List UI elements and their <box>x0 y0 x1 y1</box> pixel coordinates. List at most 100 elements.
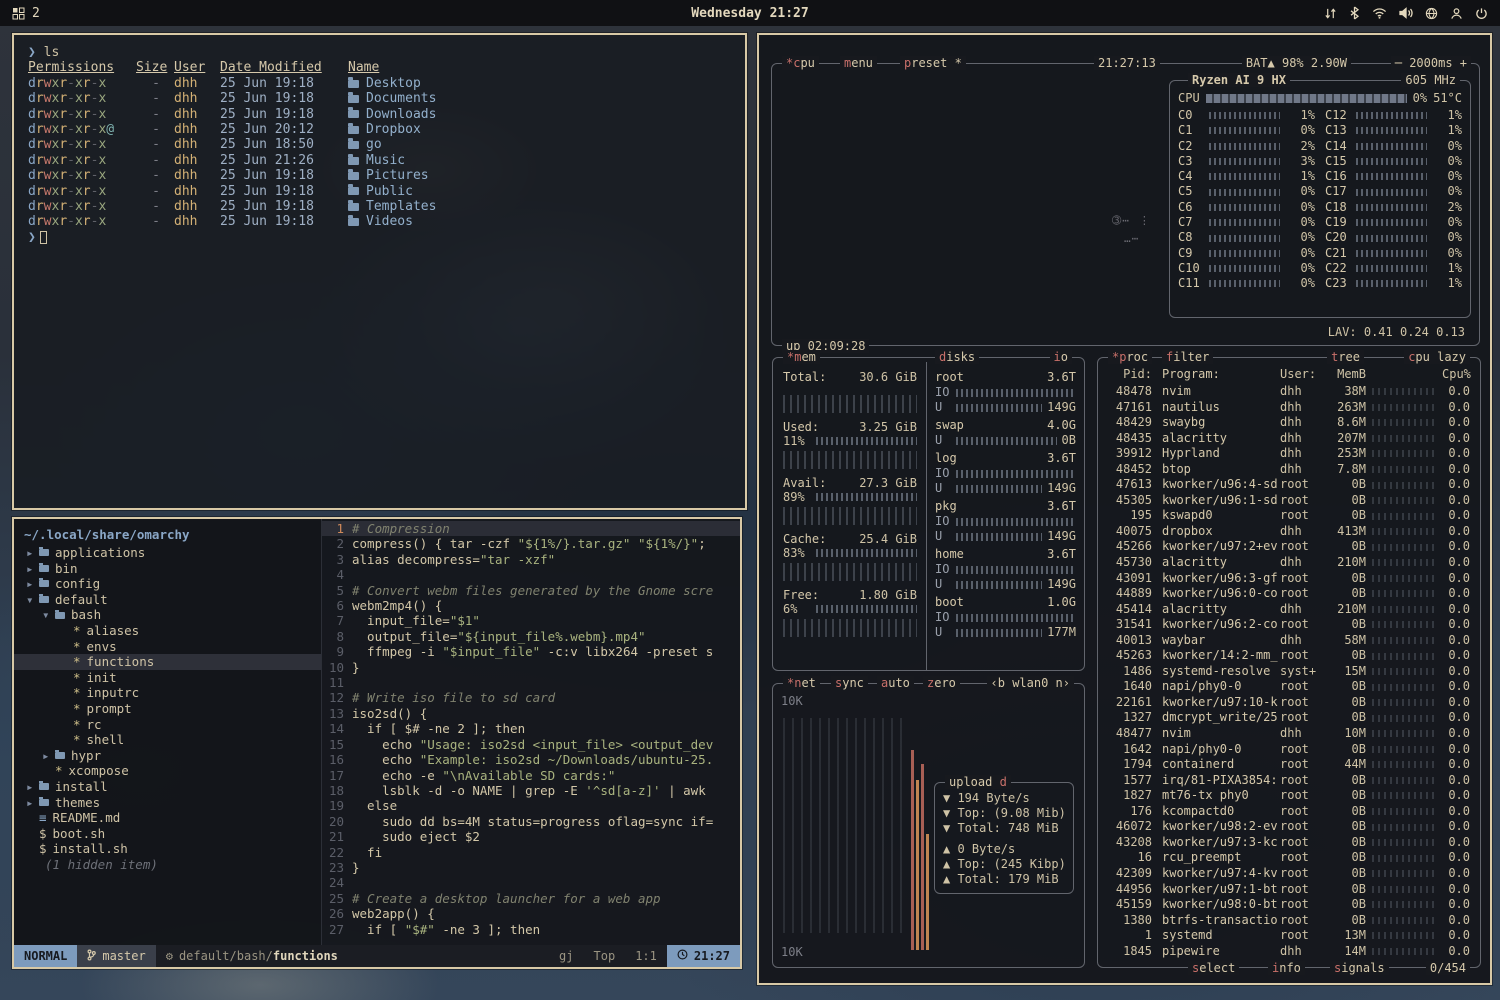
tree-root-path[interactable]: ~/.local/share/omarchy <box>14 525 321 545</box>
process-row[interactable]: 195 kswapd0 root 0B 0.0 <box>1108 508 1470 524</box>
tree-item[interactable]: ▸ applications <box>14 545 321 561</box>
tree-item[interactable]: functions <box>14 654 321 670</box>
process-row[interactable]: 45263 kworker/14:2-mm_ root 0B 0.0 <box>1108 648 1470 664</box>
code-line: 8 output_file="${input_file%.webm}.mp4" <box>322 629 740 644</box>
wifi-icon[interactable] <box>1372 7 1387 19</box>
tab-cpu[interactable]: *cpu <box>782 56 819 70</box>
process-row[interactable]: 1327 dmcrypt_write/25 root 0B 0.0 <box>1108 710 1470 726</box>
process-row[interactable]: 31541 kworker/u96:2-co root 0B 0.0 <box>1108 617 1470 633</box>
proc-info-hint[interactable]: info <box>1268 961 1305 975</box>
upload-stat: ▲ 0 Byte/s <box>943 842 1065 857</box>
tree-item[interactable]: install.sh <box>14 841 321 857</box>
process-user: root <box>1280 913 1326 929</box>
tree-item[interactable]: ▸ config <box>14 576 321 592</box>
updates-icon[interactable] <box>1324 7 1337 20</box>
col-program[interactable]: Program: <box>1152 366 1280 382</box>
process-row[interactable]: 40075 dropbox dhh 413M 0.0 <box>1108 524 1470 540</box>
process-row[interactable]: 44956 kworker/u97:1-bt root 0B 0.0 <box>1108 882 1470 898</box>
tree-item[interactable]: init <box>14 670 321 686</box>
process-row[interactable]: 45414 alacritty dhh 210M 0.0 <box>1108 602 1470 618</box>
tab-proc[interactable]: *proc <box>1108 350 1152 364</box>
tree-item[interactable]: shell <box>14 732 321 748</box>
process-row[interactable]: 45266 kworker/u97:2+ev root 0B 0.0 <box>1108 539 1470 555</box>
tree-item[interactable]: envs <box>14 639 321 655</box>
process-row[interactable]: 40013 waybar dhh 58M 0.0 <box>1108 633 1470 649</box>
update-interval[interactable]: ─ 2000ms + <box>1391 56 1471 70</box>
process-row[interactable]: 1380 btrfs-transactio root 0B 0.0 <box>1108 913 1470 929</box>
tree-item[interactable]: inputrc <box>14 685 321 701</box>
proc-signals-hint[interactable]: signals <box>1330 961 1389 975</box>
volume-icon[interactable] <box>1399 7 1413 19</box>
process-row[interactable]: 48429 swaybg dhh 8.6M 0.0 <box>1108 415 1470 431</box>
col-memb[interactable]: MemB <box>1326 366 1366 382</box>
net-interface[interactable]: ‹b wlan0 n› <box>987 676 1074 690</box>
cpu-total-meter <box>1206 94 1407 103</box>
chevron-icon: ▸ <box>26 561 39 577</box>
tree-item[interactable]: ▸ themes <box>14 795 321 811</box>
process-row[interactable]: 42309 kworker/u97:4-kv root 0B 0.0 <box>1108 866 1470 882</box>
process-row[interactable]: 43091 kworker/u96:3-gf root 0B 0.0 <box>1108 571 1470 587</box>
tree-item[interactable]: ▸ bin <box>14 561 321 577</box>
tree-item[interactable]: aliases <box>14 623 321 639</box>
prompt-line-empty[interactable]: ❯ <box>28 230 731 245</box>
tree-item[interactable]: xcompose <box>14 763 321 779</box>
proc-sort-selector[interactable]: cpu lazy <box>1404 350 1470 364</box>
net-sync-toggle[interactable]: sync <box>831 676 868 690</box>
power-icon[interactable] <box>1475 7 1488 20</box>
process-row[interactable]: 1 systemd root 13M 0.0 <box>1108 928 1470 944</box>
process-row[interactable]: 1845 pipewire dhh 14M 0.0 <box>1108 944 1470 960</box>
tree-item[interactable]: ▾ default <box>14 592 321 608</box>
process-row[interactable]: 1577 irq/81-PIXA3854: root 0B 0.0 <box>1108 773 1470 789</box>
proc-tree-toggle[interactable]: tree <box>1327 350 1364 364</box>
process-row[interactable]: 16 rcu_preempt root 0B 0.0 <box>1108 850 1470 866</box>
process-row[interactable]: 48452 btop dhh 7.8M 0.0 <box>1108 462 1470 478</box>
process-row[interactable]: 45730 alacritty dhh 210M 0.0 <box>1108 555 1470 571</box>
tree-item[interactable]: README.md <box>14 810 321 826</box>
tree-item[interactable]: ▸ install <box>14 779 321 795</box>
tree-item[interactable]: rc <box>14 717 321 733</box>
process-row[interactable]: 176 kcompactd0 root 0B 0.0 <box>1108 804 1470 820</box>
tree-item[interactable]: (1 hidden item) <box>14 857 321 873</box>
process-mem: 210M <box>1326 555 1366 571</box>
col-cpu[interactable]: Cpu% <box>1442 366 1470 382</box>
user-icon[interactable] <box>1450 7 1463 20</box>
preset-button[interactable]: preset * <box>900 56 966 70</box>
tree-item[interactable]: boot.sh <box>14 826 321 842</box>
bluetooth-icon[interactable] <box>1349 6 1360 20</box>
code-editor[interactable]: 1 # Compression 2 compress() { tar -czf … <box>322 519 740 945</box>
process-row[interactable]: 47161 nautilus dhh 263M 0.0 <box>1108 400 1470 416</box>
process-row[interactable]: 47613 kworker/u96:4-sd root 0B 0.0 <box>1108 477 1470 493</box>
process-row[interactable]: 1486 systemd-resolve syst+ 15M 0.0 <box>1108 664 1470 680</box>
process-row[interactable]: 1794 containerd root 44M 0.0 <box>1108 757 1470 773</box>
menu-button[interactable]: menu <box>840 56 877 70</box>
process-row[interactable]: 48477 nvim dhh 10M 0.0 <box>1108 726 1470 742</box>
net-zero-toggle[interactable]: zero <box>923 676 960 690</box>
process-row[interactable]: 48435 alacritty dhh 207M 0.0 <box>1108 431 1470 447</box>
process-row[interactable]: 44889 kworker/u96:0-co root 0B 0.0 <box>1108 586 1470 602</box>
proc-select-hint[interactable]: select <box>1188 961 1239 975</box>
process-row[interactable]: 1640 napi/phy0-0 root 0B 0.0 <box>1108 679 1470 695</box>
col-pid[interactable]: Pid: <box>1108 366 1152 382</box>
process-row[interactable]: 43208 kworker/u97:3-kc root 0B 0.0 <box>1108 835 1470 851</box>
directory-name: Downloads <box>348 107 731 122</box>
process-row[interactable]: 1642 napi/phy0-0 root 0B 0.0 <box>1108 742 1470 758</box>
net-auto-toggle[interactable]: auto <box>877 676 914 690</box>
tree-item[interactable]: ▸ hypr <box>14 748 321 764</box>
process-row[interactable]: 22161 kworker/u97:10-k root 0B 0.0 <box>1108 695 1470 711</box>
process-row[interactable]: 46072 kworker/u98:2-ev root 0B 0.0 <box>1108 819 1470 835</box>
process-row[interactable]: 45159 kworker/u98:0-bt root 0B 0.0 <box>1108 897 1470 913</box>
git-branch-segment[interactable]: master <box>77 945 155 967</box>
network-icon[interactable] <box>1425 7 1438 20</box>
col-user[interactable]: User: <box>1280 366 1326 382</box>
tab-net[interactable]: *net <box>783 676 820 690</box>
process-row[interactable]: 1827 mt76-tx phy0 root 0B 0.0 <box>1108 788 1470 804</box>
terminal-output[interactable]: ❯ ls Permissions Size User Date Modified… <box>14 35 745 255</box>
process-row[interactable]: 48478 nvim dhh 38M 0.0 <box>1108 384 1470 400</box>
process-user: root <box>1280 617 1326 633</box>
proc-filter-button[interactable]: filter <box>1162 350 1213 364</box>
process-row[interactable]: 39912 Hyprland dhh 253M 0.0 <box>1108 446 1470 462</box>
tree-item[interactable]: ▾ bash <box>14 607 321 623</box>
tree-item[interactable]: prompt <box>14 701 321 717</box>
process-cpu-graph <box>1372 606 1436 613</box>
process-row[interactable]: 45305 kworker/u96:1-sd root 0B 0.0 <box>1108 493 1470 509</box>
